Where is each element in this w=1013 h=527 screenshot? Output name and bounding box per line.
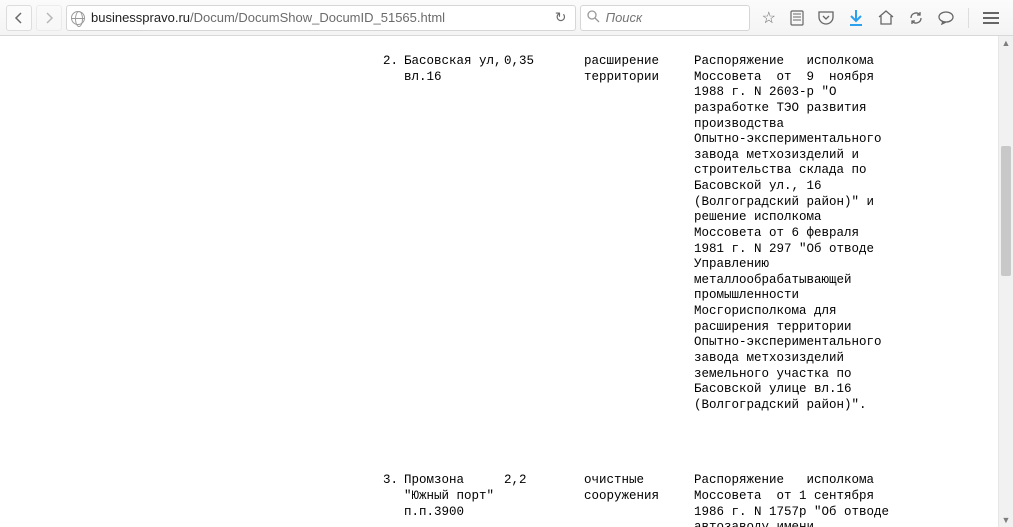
- forward-button[interactable]: [36, 5, 62, 31]
- search-bar[interactable]: [580, 5, 750, 31]
- row-address: Промзона "Южный порт" п.п.3900: [404, 473, 504, 527]
- bookmark-star-icon[interactable]: ☆: [762, 8, 776, 28]
- pocket-icon[interactable]: [818, 11, 834, 25]
- row-number: 2.: [374, 54, 404, 413]
- scroll-up-arrow[interactable]: ▲: [999, 36, 1013, 50]
- reader-icon[interactable]: [790, 10, 804, 26]
- row-purpose: расширение территории: [584, 54, 694, 413]
- row-value: 0,35: [504, 54, 584, 413]
- globe-icon: [71, 11, 85, 25]
- url-text: businesspravo.ru/Docum/DocumShow_DocumID…: [91, 10, 545, 25]
- separator: [968, 8, 969, 28]
- toolbar-icons: ☆: [754, 8, 1007, 28]
- browser-toolbar: businesspravo.ru/Docum/DocumShow_DocumID…: [0, 0, 1013, 36]
- search-icon: [587, 10, 600, 26]
- row-description: Распоряжение исполкома Моссовета от 9 но…: [694, 54, 934, 413]
- sync-icon[interactable]: [908, 10, 924, 26]
- row-description: Распоряжение исполкома Моссовета от 1 се…: [694, 473, 934, 527]
- scroll-thumb[interactable]: [1001, 146, 1011, 276]
- back-button[interactable]: [6, 5, 32, 31]
- row-purpose: очистные сооружения: [584, 473, 694, 527]
- spacer: [24, 54, 374, 413]
- reload-button[interactable]: ↻: [551, 9, 571, 26]
- search-input[interactable]: [606, 10, 743, 25]
- page-viewport: 2. Басовская ул, вл.16 0,35 расширение т…: [0, 36, 1013, 527]
- vertical-scrollbar[interactable]: ▲ ▼: [998, 36, 1013, 527]
- download-icon[interactable]: [848, 9, 864, 27]
- home-icon[interactable]: [878, 10, 894, 25]
- chat-icon[interactable]: [938, 11, 954, 25]
- row-number: 3.: [374, 473, 404, 527]
- table-row: 2. Басовская ул, вл.16 0,35 расширение т…: [24, 54, 989, 413]
- table-row: 3. Промзона "Южный порт" п.п.3900 2,2 оч…: [24, 473, 989, 527]
- menu-icon[interactable]: [983, 12, 999, 24]
- row-address: Басовская ул, вл.16: [404, 54, 504, 413]
- spacer: [24, 473, 374, 527]
- row-value: 2,2: [504, 473, 584, 527]
- scroll-down-arrow[interactable]: ▼: [999, 513, 1013, 527]
- address-bar[interactable]: businesspravo.ru/Docum/DocumShow_DocumID…: [66, 5, 576, 31]
- document-content: 2. Басовская ул, вл.16 0,35 расширение т…: [0, 36, 1013, 527]
